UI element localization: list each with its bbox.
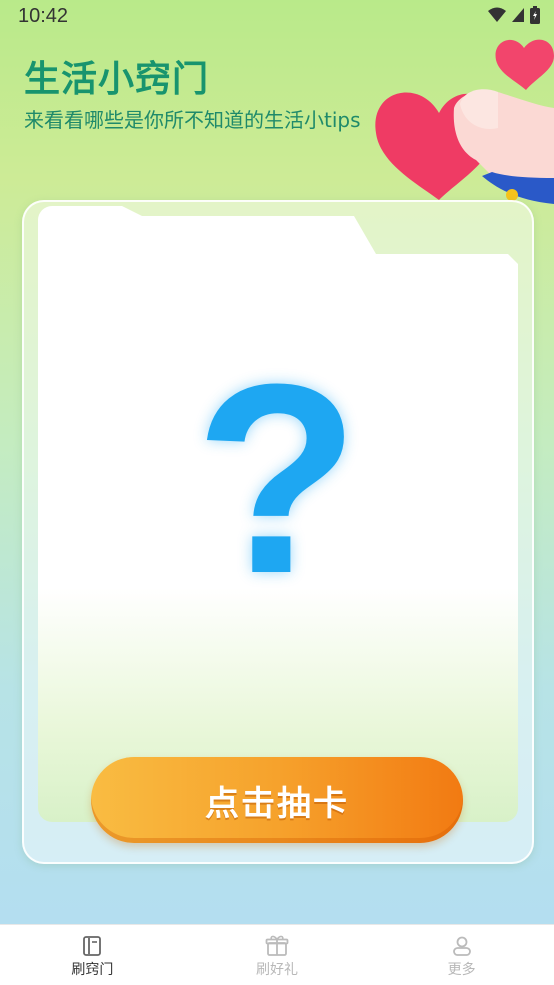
small-heart-icon xyxy=(495,39,554,90)
bottom-tab-bar: 刷窍门 刷好礼 更多 xyxy=(0,924,554,985)
heart-hand-illustration xyxy=(375,39,554,204)
book-icon xyxy=(83,936,102,956)
question-mark-icon: ? xyxy=(194,329,360,630)
tab-gifts-label: 刷好礼 xyxy=(256,962,298,978)
signal-icon xyxy=(512,8,524,22)
tab-more[interactable]: 更多 xyxy=(369,925,554,985)
status-icons xyxy=(488,6,540,24)
gift-icon xyxy=(265,935,289,956)
wifi-icon xyxy=(488,7,506,22)
battery-icon xyxy=(530,6,540,24)
page-title: 生活小窍门 xyxy=(24,59,210,100)
user-icon xyxy=(452,936,471,956)
draw-card-button[interactable]: 点击抽卡 xyxy=(91,757,463,843)
tab-tips-label: 刷窍门 xyxy=(71,962,114,978)
tab-more-label: 更多 xyxy=(447,962,476,978)
tab-gifts[interactable]: 刷好礼 xyxy=(185,925,370,985)
tab-tips[interactable]: 刷窍门 xyxy=(0,925,185,985)
status-time: 10:42 xyxy=(18,5,69,27)
page-subtitle: 来看看哪些是你所不知道的生活小tips xyxy=(24,108,361,132)
